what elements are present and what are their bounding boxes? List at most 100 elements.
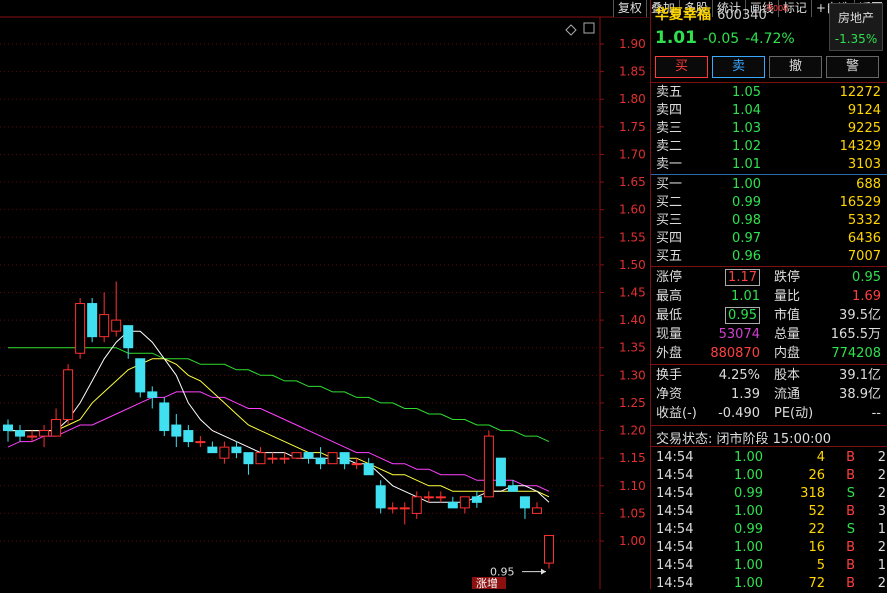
asks-price: 1.05 xyxy=(732,85,761,100)
stats2-row: 收益(-) -0.490 PE(动) -- xyxy=(656,404,881,423)
bid-book: 买一 1.00 688 买二 0.99 16529 买三 0.98 5332 买四 0.97 6436… xyxy=(656,176,881,266)
sector-pct: -1.35% xyxy=(834,32,878,46)
toolbar-button-0[interactable]: 复权 xyxy=(612,0,646,17)
tick-list[interactable]: 14:54 1.00 4 B 2 14:54 1.00 26 B 2 14:54 0.99 318 S 2 1… xyxy=(656,449,886,593)
stats-label: 量比 xyxy=(774,289,801,304)
stats-value: 0.95 xyxy=(852,270,881,285)
y-tick-label: 1.65 xyxy=(619,175,646,189)
tick-qty: 72 xyxy=(808,576,825,591)
stats-value: 1.01 xyxy=(731,289,760,304)
bids-volume: 688 xyxy=(856,177,881,192)
stats2-value: 38.9亿 xyxy=(839,387,881,402)
stats-value-cell: 880870 xyxy=(698,344,760,363)
asks-price: 1.02 xyxy=(732,139,761,154)
candle-body xyxy=(483,435,494,498)
tick-qty: 5 xyxy=(816,558,825,573)
tick-row: 14:54 1.00 16 B 2 xyxy=(656,539,886,557)
asks-row[interactable]: 卖三 1.03 9225 xyxy=(656,120,881,138)
asks-volume: 12272 xyxy=(839,85,881,100)
bids-row[interactable]: 买二 0.99 16529 xyxy=(656,194,881,212)
y-tick-label: 1.90 xyxy=(619,37,646,51)
bids-price: 0.98 xyxy=(732,213,761,228)
tick-count: 2 xyxy=(877,486,886,501)
buy-button[interactable]: 买 xyxy=(655,56,708,78)
y-tick-label: 1.10 xyxy=(619,479,646,493)
price-line: 1.01 -0.05 -4.72% xyxy=(655,28,801,48)
bids-row[interactable]: 买四 0.97 6436 xyxy=(656,230,881,248)
bids-row[interactable]: 买五 0.96 7007 xyxy=(656,248,881,266)
stats2-label: 净资 xyxy=(656,387,683,402)
y-tick-label: 1.40 xyxy=(619,313,646,327)
tick-qty: 26 xyxy=(808,468,825,483)
candle-body xyxy=(507,485,518,492)
alert-button[interactable]: 警 xyxy=(826,56,879,78)
asks-row[interactable]: 卖五 1.05 12272 xyxy=(656,84,881,102)
stats-table: 涨停 1.17 跌停 0.95 最高 1.01 量比 1.69 最低 0.95 市值 39.5亿 现量 5… xyxy=(656,268,881,363)
trade-state: 交易状态: 闭市阶段 15:00:00 xyxy=(656,432,832,447)
asks-volume: 9225 xyxy=(847,121,881,136)
stats2-label: PE(动) xyxy=(774,406,814,421)
candle-body xyxy=(459,496,470,509)
stats2-value: -- xyxy=(871,406,881,421)
y-tick-label: 1.60 xyxy=(619,203,646,217)
tick-row: 14:54 1.00 4 B 2 xyxy=(656,449,886,467)
stock-name[interactable]: 华夏幸福 xyxy=(655,7,711,23)
stats2-value-cell: 1.39 xyxy=(698,385,760,404)
asks-row[interactable]: 卖二 1.02 14329 xyxy=(656,138,881,156)
candle-body xyxy=(135,358,146,393)
stats-value-cell: 1.01 xyxy=(698,287,760,306)
stats-label: 内盘 xyxy=(774,346,801,361)
candle-body xyxy=(544,534,554,564)
sell-button[interactable]: 卖 xyxy=(712,56,765,78)
bids-row[interactable]: 买三 0.98 5332 xyxy=(656,212,881,230)
stats-value-cell: 53074 xyxy=(698,325,760,344)
candle-body xyxy=(111,319,122,332)
candle-body xyxy=(351,463,362,466)
price-pct: -4.72% xyxy=(745,31,795,47)
tick-qty: 318 xyxy=(800,486,825,501)
bids-label: 买一 xyxy=(656,177,683,192)
tick-price: 1.00 xyxy=(734,450,763,465)
candle-body xyxy=(363,463,374,476)
y-tick-label: 1.20 xyxy=(619,424,646,438)
asks-volume: 3103 xyxy=(847,157,881,172)
tick-time: 14:54 xyxy=(656,450,694,465)
cancel-order-button[interactable]: 撤 xyxy=(769,56,822,78)
bids-volume: 5332 xyxy=(847,213,881,228)
sector-box[interactable]: 房地产 -1.35% xyxy=(829,3,883,51)
bids-price: 0.96 xyxy=(732,249,761,264)
diamond-icon xyxy=(565,24,577,36)
candle-body xyxy=(531,507,542,514)
bids-volume: 16529 xyxy=(839,195,881,210)
asks-volume: 14329 xyxy=(839,139,881,154)
kline-svg[interactable]: 1.90 1.85 1.80 1.75 1.70 1.65 1.60 1.55 1.50 1.45… xyxy=(0,0,650,589)
asks-price: 1.03 xyxy=(732,121,761,136)
candle-body xyxy=(435,496,446,499)
candle-body xyxy=(75,303,86,354)
divider xyxy=(651,174,887,175)
asks-row[interactable]: 卖一 1.01 3103 xyxy=(656,156,881,174)
stats2-value-cell: -0.490 xyxy=(698,404,760,423)
tick-count: 2 xyxy=(877,576,886,591)
stats-label: 涨停 xyxy=(656,270,683,285)
stats2-label: 收益(-) xyxy=(656,406,697,421)
tick-price: 1.00 xyxy=(734,504,763,519)
tick-side: B xyxy=(846,504,855,519)
bids-label: 买三 xyxy=(656,213,683,228)
candle-body xyxy=(123,325,134,349)
stats2-value: -0.490 xyxy=(718,406,760,421)
asks-row[interactable]: 卖四 1.04 9124 xyxy=(656,102,881,120)
tick-side: B xyxy=(846,468,855,483)
sector-name: 房地产 xyxy=(837,11,874,25)
stats-value: 1.69 xyxy=(852,289,881,304)
asks-price: 1.01 xyxy=(732,157,761,172)
stats-value: 1.17 xyxy=(725,269,760,286)
stats2-value-cell: 4.25% xyxy=(698,366,760,385)
stock-header: 华夏幸福 600340R000 xyxy=(655,4,788,24)
y-tick-label: 1.05 xyxy=(619,506,646,520)
bids-row[interactable]: 买一 1.00 688 xyxy=(656,176,881,194)
stats-label: 外盘 xyxy=(656,346,683,361)
stats2-label: 流通 xyxy=(774,387,801,402)
candle-body xyxy=(159,402,170,432)
kline-chart[interactable]: 1.90 1.85 1.80 1.75 1.70 1.65 1.60 1.55 1.50 1.45… xyxy=(0,0,650,589)
